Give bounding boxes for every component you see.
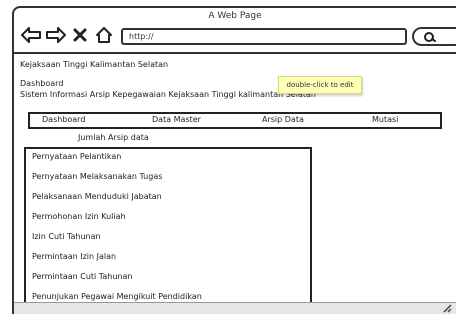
home-icon[interactable]: [94, 24, 114, 46]
search-field[interactable]: [412, 27, 456, 46]
menu-item-arsip-data[interactable]: Arsip Data: [262, 115, 304, 124]
back-arrow-icon[interactable]: [20, 24, 42, 46]
list-item[interactable]: Pelaksanaan Menduduki Jabatan: [32, 192, 162, 201]
list-item[interactable]: Pernyataan Melaksanakan Tugas: [32, 172, 162, 181]
close-x-icon[interactable]: [72, 24, 88, 46]
list-item[interactable]: Permohonan Izin Kuliah: [32, 212, 126, 221]
browser-window: A Web Page http:// Kejaksaan Tinggi Kali…: [12, 6, 456, 314]
list-item[interactable]: Pernyataan Pelantikan: [32, 152, 121, 161]
list-item[interactable]: Permintaan Izin Jalan: [32, 252, 116, 261]
system-title: Sistem Informasi Arsip Kepegawaian Kejak…: [20, 90, 316, 99]
menu-item-data-master[interactable]: Data Master: [152, 115, 201, 124]
breadcrumb[interactable]: Dashboard: [20, 79, 63, 88]
address-bar[interactable]: http://: [121, 28, 407, 45]
resize-grip-icon[interactable]: [442, 298, 452, 314]
archive-list: Pernyataan Pelantikan Pernyataan Melaksa…: [24, 147, 312, 307]
browser-toolbar: A Web Page http://: [14, 8, 456, 54]
list-heading: Jumlah Arsip data: [78, 133, 149, 142]
forward-arrow-icon[interactable]: [45, 24, 67, 46]
menu-item-mutasi[interactable]: Mutasi: [372, 115, 398, 124]
list-item[interactable]: Izin Cuti Tahunan: [32, 232, 101, 241]
list-item[interactable]: Penunjukan Pegawai Mengikuit Pendidikan: [32, 292, 202, 301]
list-item[interactable]: Permintaan Cuti Tahunan: [32, 272, 132, 281]
window-title: A Web Page: [208, 11, 262, 21]
edit-tooltip: double-click to edit: [278, 76, 362, 94]
status-bar: [14, 302, 456, 314]
org-title: Kejaksaan Tinggi Kalimantan Selatan: [20, 60, 169, 69]
main-menu-bar: Dashboard Data Master Arsip Data Mutasi: [28, 112, 442, 129]
menu-item-dashboard[interactable]: Dashboard: [42, 115, 85, 124]
